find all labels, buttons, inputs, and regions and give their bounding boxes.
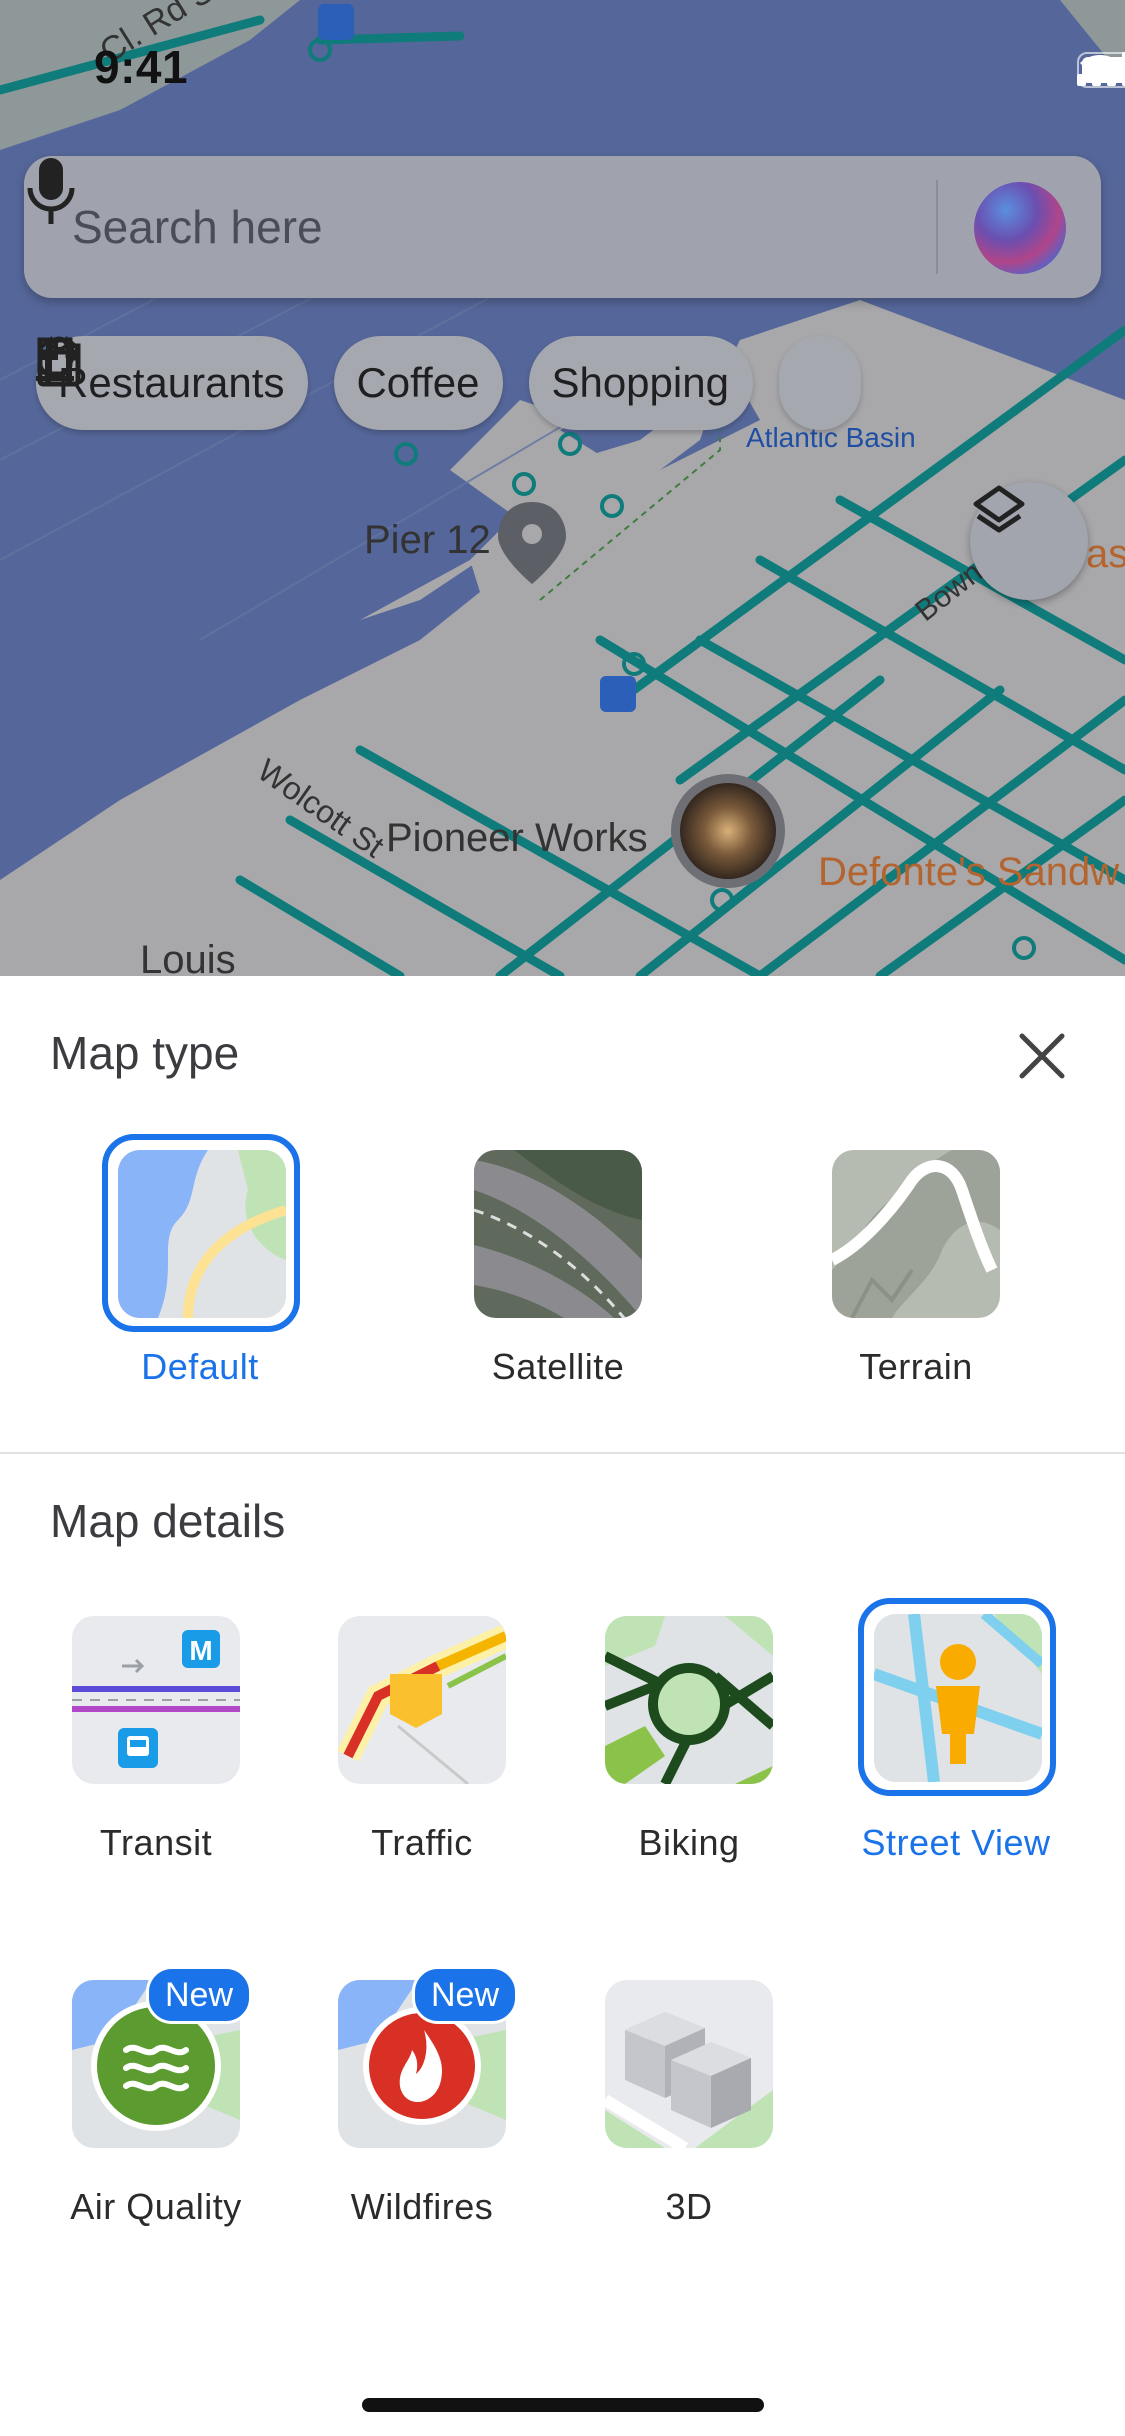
svg-text:M: M — [189, 1635, 212, 1666]
satellite-map-thumbnail — [474, 1150, 642, 1318]
search-bar[interactable]: Search here — [24, 156, 1101, 298]
battery-icon — [1077, 52, 1125, 88]
map-type-label: Default — [141, 1346, 259, 1387]
map-detail-label: Wildfires — [350, 2186, 494, 2227]
status-time: 9:41 — [94, 41, 189, 93]
layers-icon — [973, 485, 1025, 533]
map-detail-label: Transit — [99, 1822, 213, 1863]
map-place-label-pier[interactable]: Pier 12 — [364, 518, 491, 563]
map-place-label-partial: as — [1086, 532, 1125, 576]
traffic-thumbnail — [338, 1616, 506, 1784]
map-place-label-pioneer[interactable]: Pioneer Works — [386, 816, 648, 861]
chip-apparel[interactable] — [37, 336, 861, 430]
chip-label: Shopping — [551, 359, 729, 406]
map-view[interactable]: Cl. Rd S Atlantic Basin Pier 12 Bowne Wo… — [0, 0, 1125, 976]
3d-thumbnail — [605, 1980, 773, 2148]
map-detail-label: Traffic — [371, 1822, 473, 1863]
map-type-label: Terrain — [859, 1346, 973, 1387]
map-type-label: Satellite — [491, 1346, 625, 1387]
transit-thumbnail: M — [72, 1616, 240, 1784]
map-details-title: Map details — [50, 1495, 286, 1547]
layers-button[interactable] — [970, 482, 1088, 600]
map-detail-label: Biking — [638, 1822, 740, 1863]
photo-pin[interactable] — [671, 774, 785, 888]
place-photo — [680, 783, 776, 879]
chip-label: Coffee — [356, 359, 480, 406]
new-badge: New — [412, 1966, 519, 2024]
home-indicator[interactable] — [362, 2398, 764, 2412]
account-avatar[interactable] — [974, 182, 1066, 274]
default-map-thumbnail — [118, 1150, 286, 1318]
map-detail-label: Street View — [861, 1822, 1051, 1863]
new-badge: New — [146, 1966, 253, 2024]
search-input[interactable]: Search here — [72, 200, 323, 254]
map-place-label-louis: Louis — [140, 938, 236, 976]
section-divider — [0, 1452, 1125, 1454]
map-detail-label: 3D — [665, 2186, 713, 2227]
street-view-thumbnail — [874, 1614, 1042, 1782]
map-layers-sheet: Map type Default Satellite Terrain Map d… — [0, 976, 1125, 2436]
map-type-title: Map type — [50, 1027, 240, 1079]
terrain-map-thumbnail — [832, 1150, 1000, 1318]
biking-thumbnail — [605, 1616, 773, 1784]
category-chips: Restaurants Coffee Shopping — [36, 336, 861, 430]
microphone-icon[interactable] — [24, 156, 78, 230]
chip-shopping[interactable]: Shopping — [37, 336, 753, 430]
chip-coffee[interactable]: Coffee — [36, 336, 504, 430]
map-detail-label: Air Quality — [70, 2186, 242, 2227]
shirt-icon — [37, 336, 81, 380]
status-bar: 9:41 — [0, 0, 1125, 140]
search-divider — [936, 180, 938, 274]
map-place-label-defonte[interactable]: Defonte's Sandw — [818, 850, 1119, 895]
chip-label: Restaurants — [58, 359, 285, 406]
close-icon[interactable] — [1010, 1024, 1074, 1088]
